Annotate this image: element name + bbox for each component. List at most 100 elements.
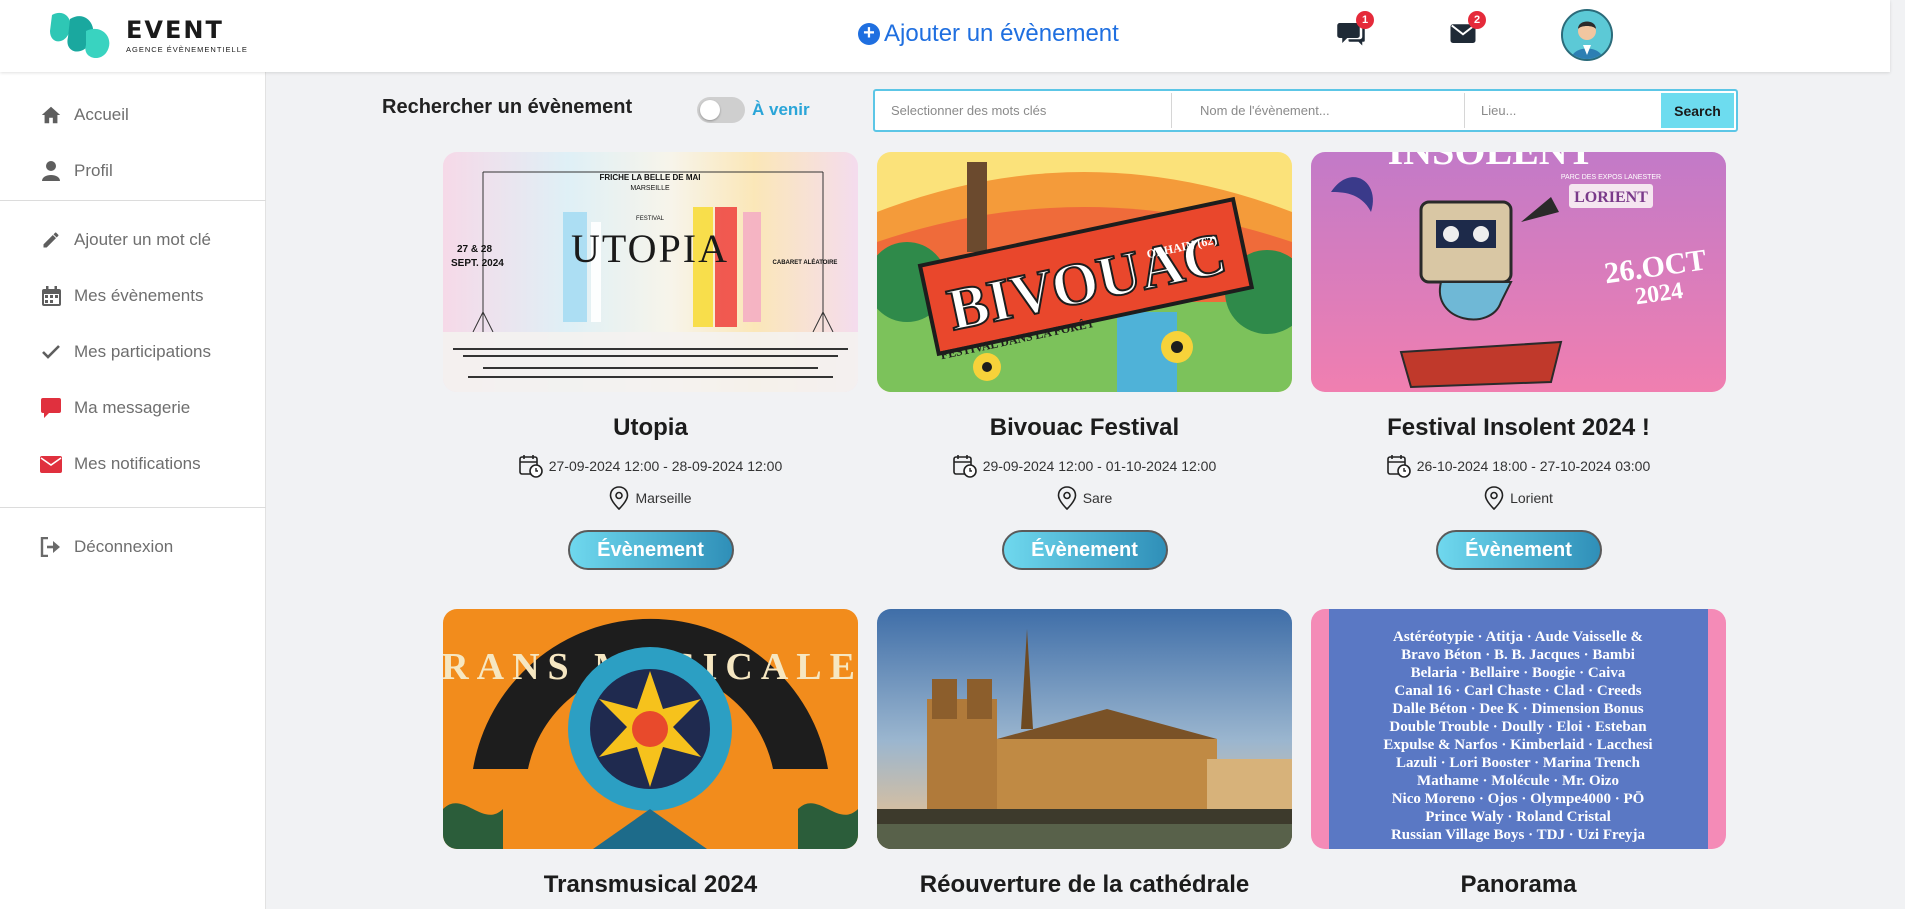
event-dates: 27-09-2024 12:00 - 28-09-2024 12:00 [443,454,858,478]
event-name-input[interactable] [1172,91,1464,130]
insolent-poster: INSOLENT PARC DES EXPOS LANESTER LORIENT… [1311,152,1726,392]
top-header: EVENT AGENCE ÉVÈNEMENTIELLE + Ajouter un… [0,0,1890,72]
add-event-label: Ajouter un évènement [884,20,1119,47]
sidebar-item-label: Mes notifications [74,454,201,473]
sidebar-item-label: Mes évènements [74,286,204,305]
svg-text:UTOPIA: UTOPIA [571,226,729,271]
svg-text:CABARET ALÉATOIRE: CABARET ALÉATOIRE [773,258,838,266]
sidebar-item-logout[interactable]: Déconnexion [0,527,266,567]
event-dates: 26-10-2024 18:00 - 27-10-2024 03:00 [1311,454,1726,478]
event-location-text: Lorient [1510,490,1553,506]
event-dates-text: 26-10-2024 18:00 - 27-10-2024 03:00 [1416,458,1651,474]
sidebar-divider [0,507,266,508]
notifications-button[interactable]: 2 [1448,11,1486,50]
svg-text:Prince Waly · Roland Cristal: Prince Waly · Roland Cristal [1425,809,1611,825]
event-title: Bivouac Festival [989,414,1180,441]
sidebar-item-profil[interactable]: Profil [0,151,266,191]
sidebar-item-label: Ma messagerie [74,398,191,417]
panorama-poster: Astéréotypie · Atitja · Aude Vaisselle &… [1311,609,1726,849]
sidebar-item-messagerie[interactable]: Ma messagerie [0,388,266,428]
svg-text:PARC DES EXPOS LANESTER: PARC DES EXPOS LANESTER [1561,174,1661,181]
svg-text:FESTIVAL: FESTIVAL [636,216,665,222]
plus-icon: + [858,23,880,45]
location-pin-icon [1484,486,1504,510]
pencil-icon [39,228,63,252]
svg-text:FRICHE LA BELLE DE MAI: FRICHE LA BELLE DE MAI [599,173,700,182]
event-card: INSOLENT PARC DES EXPOS LANESTER LORIENT… [1311,152,1726,570]
messages-badge: 1 [1356,11,1374,29]
event-title: Panorama [1460,871,1577,898]
user-avatar[interactable] [1561,9,1613,61]
event-title: Transmusical 2024 [543,871,758,898]
sidebar-item-label: Déconnexion [74,537,174,556]
event-details-button[interactable]: Évènement [1435,530,1602,570]
svg-text:Dalle Béton · Dee K · Dimensio: Dalle Béton · Dee K · Dimension Bonus [1392,701,1643,717]
event-image[interactable]: FRICHE LA BELLE DE MAI MARSEILLE FESTIVA… [443,152,858,392]
logout-icon [39,535,63,559]
calendar-clock-icon [518,455,543,478]
sidebar-item-label: Accueil [74,105,129,124]
event-card: BIVOUAC FESTIVAL DANS LA FORÊT OLHAIN (6… [877,152,1292,570]
event-title: Réouverture de la cathédrale [919,871,1250,898]
sidebar-divider [0,200,266,201]
event-card: Réouverture de la cathédrale [877,609,1292,899]
event-card: FRICHE LA BELLE DE MAI MARSEILLE FESTIVA… [443,152,858,570]
svg-text:INSOLENT: INSOLENT [1388,152,1595,173]
calendar-icon [39,284,63,308]
event-image[interactable]: INSOLENT PARC DES EXPOS LANESTER LORIENT… [1311,152,1726,392]
event-image[interactable]: BIVOUAC FESTIVAL DANS LA FORÊT OLHAIN (6… [877,152,1292,392]
add-event-button[interactable]: + Ajouter un évènement [858,20,1119,48]
upcoming-toggle[interactable] [697,97,745,123]
svg-text:Canal 16 · Carl Chaste · Clad: Canal 16 · Carl Chaste · Clad · Creeds [1394,683,1641,699]
svg-text:Expulse & Narfos · Kimberlaid: Expulse & Narfos · Kimberlaid · Lacchesi [1383,737,1652,753]
svg-text:Astéréotypie · Atitja · Aude V: Astéréotypie · Atitja · Aude Vaisselle & [1393,629,1643,645]
event-card: TRANS MUSICALES Transmusical 2024 [443,609,858,899]
event-image[interactable]: TRANS MUSICALES [443,609,858,849]
brand-tagline: AGENCE ÉVÈNEMENTIELLE [126,44,248,54]
event-title: Utopia [613,414,688,441]
event-location: Marseille [443,486,858,510]
notifications-badge: 2 [1468,11,1486,29]
event-location-text: Sare [1082,490,1113,506]
toggle-knob [700,100,720,120]
sidebar-item-notifications[interactable]: Mes notifications [0,444,266,484]
sidebar-item-participations[interactable]: Mes participations [0,332,266,372]
event-details-button[interactable]: Évènement [567,530,734,570]
event-image[interactable] [877,609,1292,849]
event-location: Sare [877,486,1292,510]
svg-text:Belaria · Bellaire · Boogie ·: Belaria · Bellaire · Boogie · Caiva [1411,665,1626,681]
transmusicales-poster: TRANS MUSICALES [443,609,858,849]
location-pin-icon [1057,486,1077,510]
svg-text:Russian Village Boys · TDJ · U: Russian Village Boys · TDJ · Uzi Freyja [1391,827,1646,843]
sidebar-item-label: Mes participations [74,342,212,361]
svg-text:Lazuli · Lori Booster · Marina: Lazuli · Lori Booster · Marina Trench [1396,755,1641,771]
avatar-image [1563,11,1611,59]
event-location: Lorient [1311,486,1726,510]
user-icon [39,159,63,183]
location-input[interactable] [1465,91,1665,130]
event-dates: 29-09-2024 12:00 - 01-10-2024 12:00 [877,454,1292,478]
event-location-text: Marseille [635,490,692,506]
event-title: Festival Insolent 2024 ! [1387,414,1650,441]
chat-icon [39,396,63,420]
cathedral-photo [877,609,1292,849]
home-icon [39,103,63,127]
messages-button[interactable]: 1 [1336,11,1374,50]
svg-text:Bravo Béton · B. B. Jacques ·: Bravo Béton · B. B. Jacques · Bambi [1401,647,1635,663]
brand-name: EVENT [126,15,224,44]
sidebar-item-my-events[interactable]: Mes évènements [0,276,266,316]
keywords-input[interactable] [875,91,1171,130]
svg-text:SEPT. 2024: SEPT. 2024 [451,258,504,269]
svg-text:Nico Moreno · Ojos · Olympe400: Nico Moreno · Ojos · Olympe4000 · PŌ [1392,791,1645,807]
sidebar-item-accueil[interactable]: Accueil [0,95,266,135]
bivouac-poster: BIVOUAC FESTIVAL DANS LA FORÊT OLHAIN (6… [877,152,1292,392]
event-image[interactable]: Astéréotypie · Atitja · Aude Vaisselle &… [1311,609,1726,849]
event-details-button[interactable]: Évènement [1001,530,1168,570]
sidebar-item-add-keyword[interactable]: Ajouter un mot clé [0,220,266,260]
mail-icon [39,452,63,476]
search-button[interactable]: Search [1661,93,1734,128]
brand-logo[interactable]: EVENT AGENCE ÉVÈNEMENTIELLE [46,9,248,61]
sidebar: Accueil Profil Ajouter un mot clé Mes év… [0,72,266,909]
check-icon [39,340,63,364]
svg-text:Double Trouble · Doully · Eloi: Double Trouble · Doully · Eloi · Esteban [1389,719,1647,735]
